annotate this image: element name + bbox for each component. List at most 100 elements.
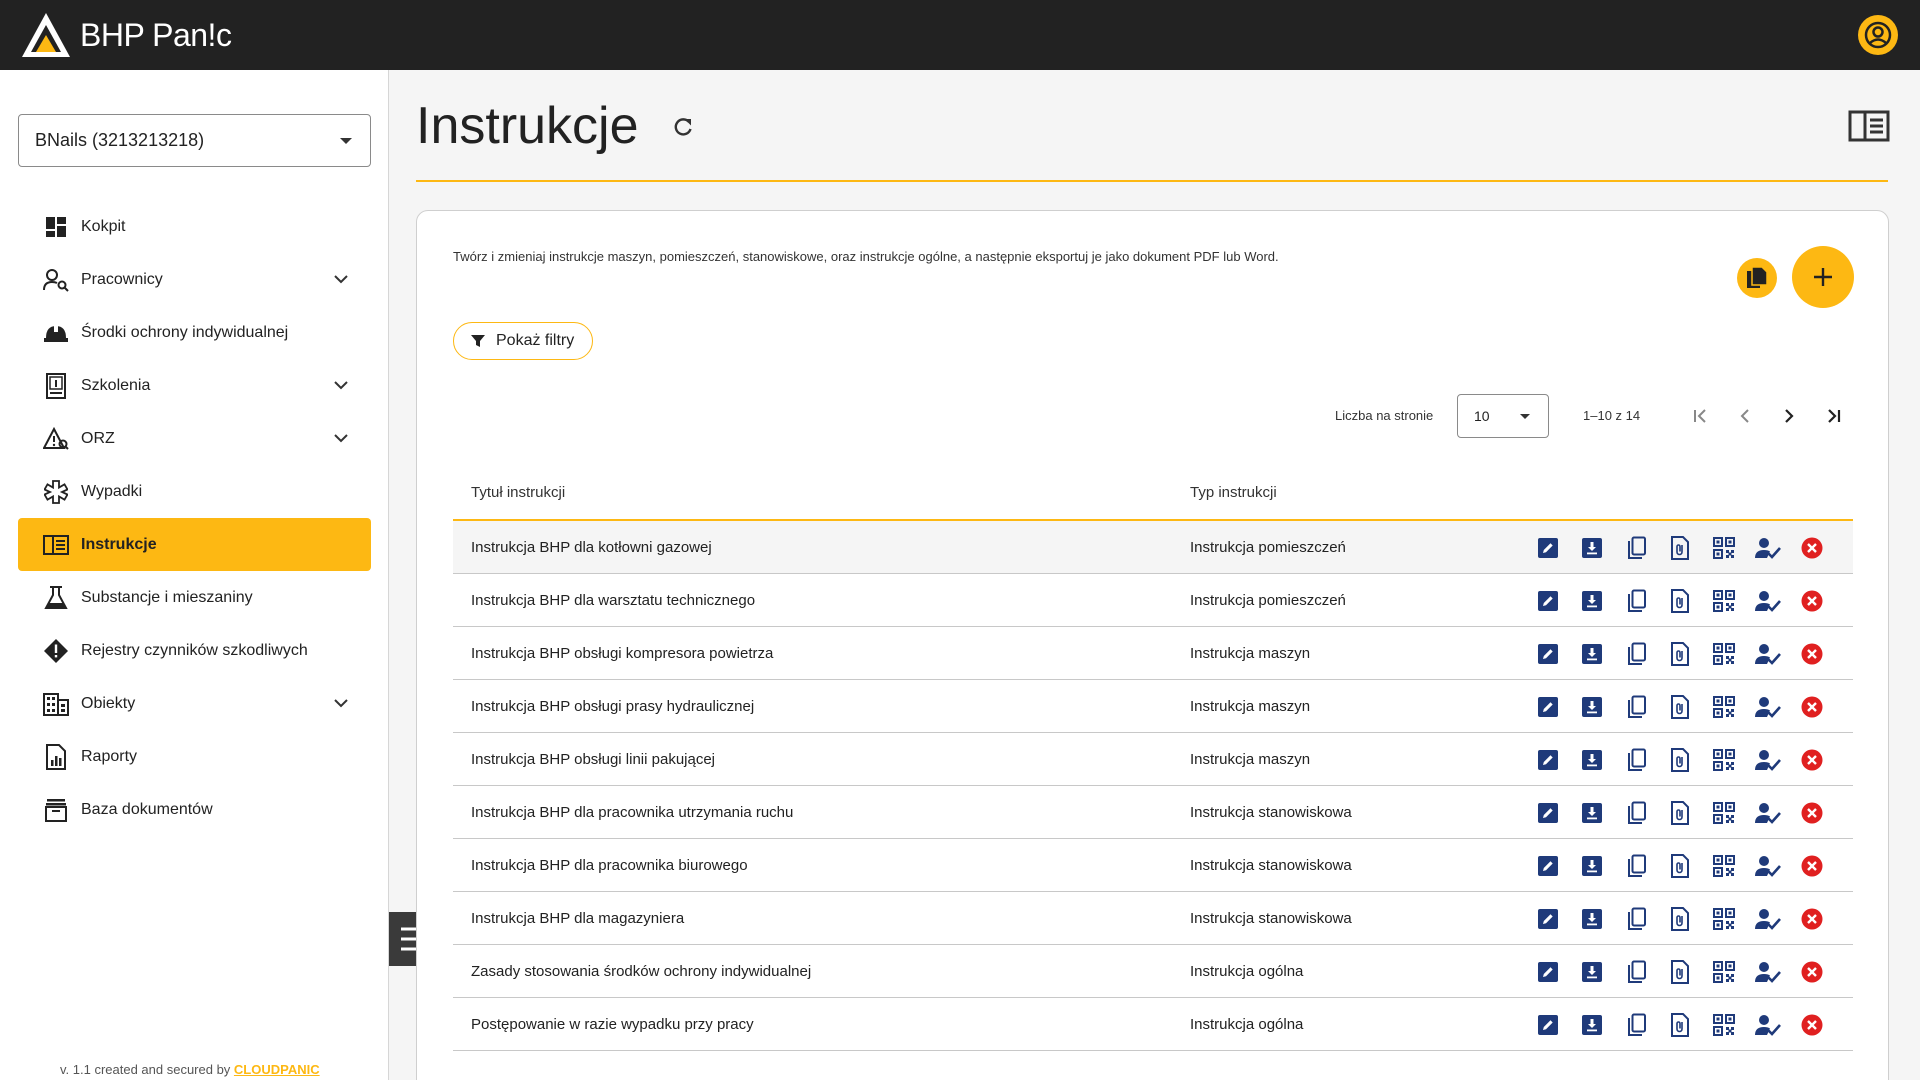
attachments-button[interactable]	[1658, 998, 1702, 1051]
duplicate-button[interactable]	[1614, 945, 1658, 998]
qr-code-button[interactable]	[1702, 998, 1746, 1051]
delete-button[interactable]	[1790, 733, 1834, 786]
delete-button[interactable]	[1790, 786, 1834, 839]
download-button[interactable]	[1570, 892, 1614, 945]
page-size-select[interactable]: 10	[1457, 394, 1549, 438]
table-row[interactable]: Instrukcja BHP dla kotłowni gazowej Inst…	[453, 521, 1853, 574]
assign-employees-button[interactable]	[1746, 998, 1790, 1051]
sidebar-item-szkolenia[interactable]: Szkolenia	[18, 359, 371, 412]
edit-button[interactable]	[1526, 521, 1570, 574]
delete-button[interactable]	[1790, 521, 1834, 574]
download-button[interactable]	[1570, 733, 1614, 786]
refresh-button[interactable]	[672, 116, 694, 143]
copy-templates-button[interactable]	[1737, 258, 1777, 298]
edit-button[interactable]	[1526, 786, 1570, 839]
qr-code-button[interactable]	[1702, 627, 1746, 680]
attachments-button[interactable]	[1658, 892, 1702, 945]
qr-code-button[interactable]	[1702, 892, 1746, 945]
download-button[interactable]	[1570, 945, 1614, 998]
duplicate-button[interactable]	[1614, 627, 1658, 680]
duplicate-button[interactable]	[1614, 839, 1658, 892]
chevron-down-icon[interactable]	[333, 430, 349, 446]
sidebar-item-srodki-ochrony[interactable]: Środki ochrony indywidualnej	[18, 306, 371, 359]
edit-button[interactable]	[1526, 627, 1570, 680]
sidebar-item-pracownicy[interactable]: Pracownicy	[18, 253, 371, 306]
column-header-type[interactable]: Typ instrukcji	[1190, 484, 1277, 501]
first-page-button[interactable]	[1689, 404, 1713, 428]
download-button[interactable]	[1570, 839, 1614, 892]
duplicate-button[interactable]	[1614, 786, 1658, 839]
sidebar-item-baza-dokumentow[interactable]: Baza dokumentów	[18, 783, 371, 836]
sidebar-item-obiekty[interactable]: Obiekty	[18, 677, 371, 730]
edit-button[interactable]	[1526, 945, 1570, 998]
edit-button[interactable]	[1526, 839, 1570, 892]
delete-button[interactable]	[1790, 574, 1834, 627]
sidebar-item-substancje[interactable]: Substancje i mieszaniny	[18, 571, 371, 624]
qr-code-button[interactable]	[1702, 839, 1746, 892]
side-panel-toggle-button[interactable]	[1848, 110, 1890, 147]
cloudpanic-link[interactable]: CLOUDPANIC	[234, 1062, 320, 1077]
download-button[interactable]	[1570, 786, 1614, 839]
next-page-button[interactable]	[1777, 404, 1801, 428]
qr-code-button[interactable]	[1702, 680, 1746, 733]
delete-button[interactable]	[1790, 998, 1834, 1051]
delete-button[interactable]	[1790, 892, 1834, 945]
user-account-button[interactable]	[1858, 15, 1898, 55]
column-header-title[interactable]: Tytuł instrukcji	[471, 484, 565, 501]
sidebar-item-kokpit[interactable]: Kokpit	[18, 200, 371, 253]
duplicate-button[interactable]	[1614, 521, 1658, 574]
attachments-button[interactable]	[1658, 627, 1702, 680]
assign-employees-button[interactable]	[1746, 627, 1790, 680]
prev-page-button[interactable]	[1733, 404, 1757, 428]
edit-button[interactable]	[1526, 680, 1570, 733]
chevron-down-icon[interactable]	[333, 377, 349, 393]
qr-code-button[interactable]	[1702, 733, 1746, 786]
edit-button[interactable]	[1526, 892, 1570, 945]
duplicate-button[interactable]	[1614, 574, 1658, 627]
duplicate-button[interactable]	[1614, 998, 1658, 1051]
assign-employees-button[interactable]	[1746, 892, 1790, 945]
duplicate-button[interactable]	[1614, 733, 1658, 786]
table-row[interactable]: Instrukcja BHP dla pracownika biurowego …	[453, 839, 1853, 892]
assign-employees-button[interactable]	[1746, 574, 1790, 627]
qr-code-button[interactable]	[1702, 945, 1746, 998]
attachments-button[interactable]	[1658, 839, 1702, 892]
edit-button[interactable]	[1526, 574, 1570, 627]
download-button[interactable]	[1570, 521, 1614, 574]
add-instruction-button[interactable]	[1792, 246, 1854, 308]
assign-employees-button[interactable]	[1746, 680, 1790, 733]
table-row[interactable]: Zasady stosowania środków ochrony indywi…	[453, 945, 1853, 998]
table-row[interactable]: Postępowanie w razie wypadku przy pracy …	[453, 998, 1853, 1051]
table-row[interactable]: Instrukcja BHP obsługi linii pakującej I…	[453, 733, 1853, 786]
attachments-button[interactable]	[1658, 733, 1702, 786]
qr-code-button[interactable]	[1702, 521, 1746, 574]
company-select[interactable]: BNails (3213213218)	[18, 114, 371, 167]
download-button[interactable]	[1570, 627, 1614, 680]
attachments-button[interactable]	[1658, 786, 1702, 839]
table-row[interactable]: Instrukcja BHP dla pracownika utrzymania…	[453, 786, 1853, 839]
last-page-button[interactable]	[1821, 404, 1845, 428]
table-row[interactable]: Instrukcja BHP dla magazyniera Instrukcj…	[453, 892, 1853, 945]
delete-button[interactable]	[1790, 945, 1834, 998]
sidebar-item-raporty[interactable]: Raporty	[18, 730, 371, 783]
qr-code-button[interactable]	[1702, 574, 1746, 627]
download-button[interactable]	[1570, 680, 1614, 733]
edit-button[interactable]	[1526, 733, 1570, 786]
delete-button[interactable]	[1790, 680, 1834, 733]
attachments-button[interactable]	[1658, 521, 1702, 574]
delete-button[interactable]	[1790, 839, 1834, 892]
duplicate-button[interactable]	[1614, 680, 1658, 733]
assign-employees-button[interactable]	[1746, 521, 1790, 574]
download-button[interactable]	[1570, 998, 1614, 1051]
download-button[interactable]	[1570, 574, 1614, 627]
assign-employees-button[interactable]	[1746, 733, 1790, 786]
assign-employees-button[interactable]	[1746, 839, 1790, 892]
qr-code-button[interactable]	[1702, 786, 1746, 839]
attachments-button[interactable]	[1658, 574, 1702, 627]
attachments-button[interactable]	[1658, 680, 1702, 733]
edit-button[interactable]	[1526, 998, 1570, 1051]
sidebar-item-wypadki[interactable]: Wypadki	[18, 465, 371, 518]
table-row[interactable]: Instrukcja BHP dla warsztatu techniczneg…	[453, 574, 1853, 627]
show-filters-button[interactable]: Pokaż filtry	[453, 322, 594, 360]
app-logo[interactable]: BHP Pan!c	[20, 11, 232, 59]
